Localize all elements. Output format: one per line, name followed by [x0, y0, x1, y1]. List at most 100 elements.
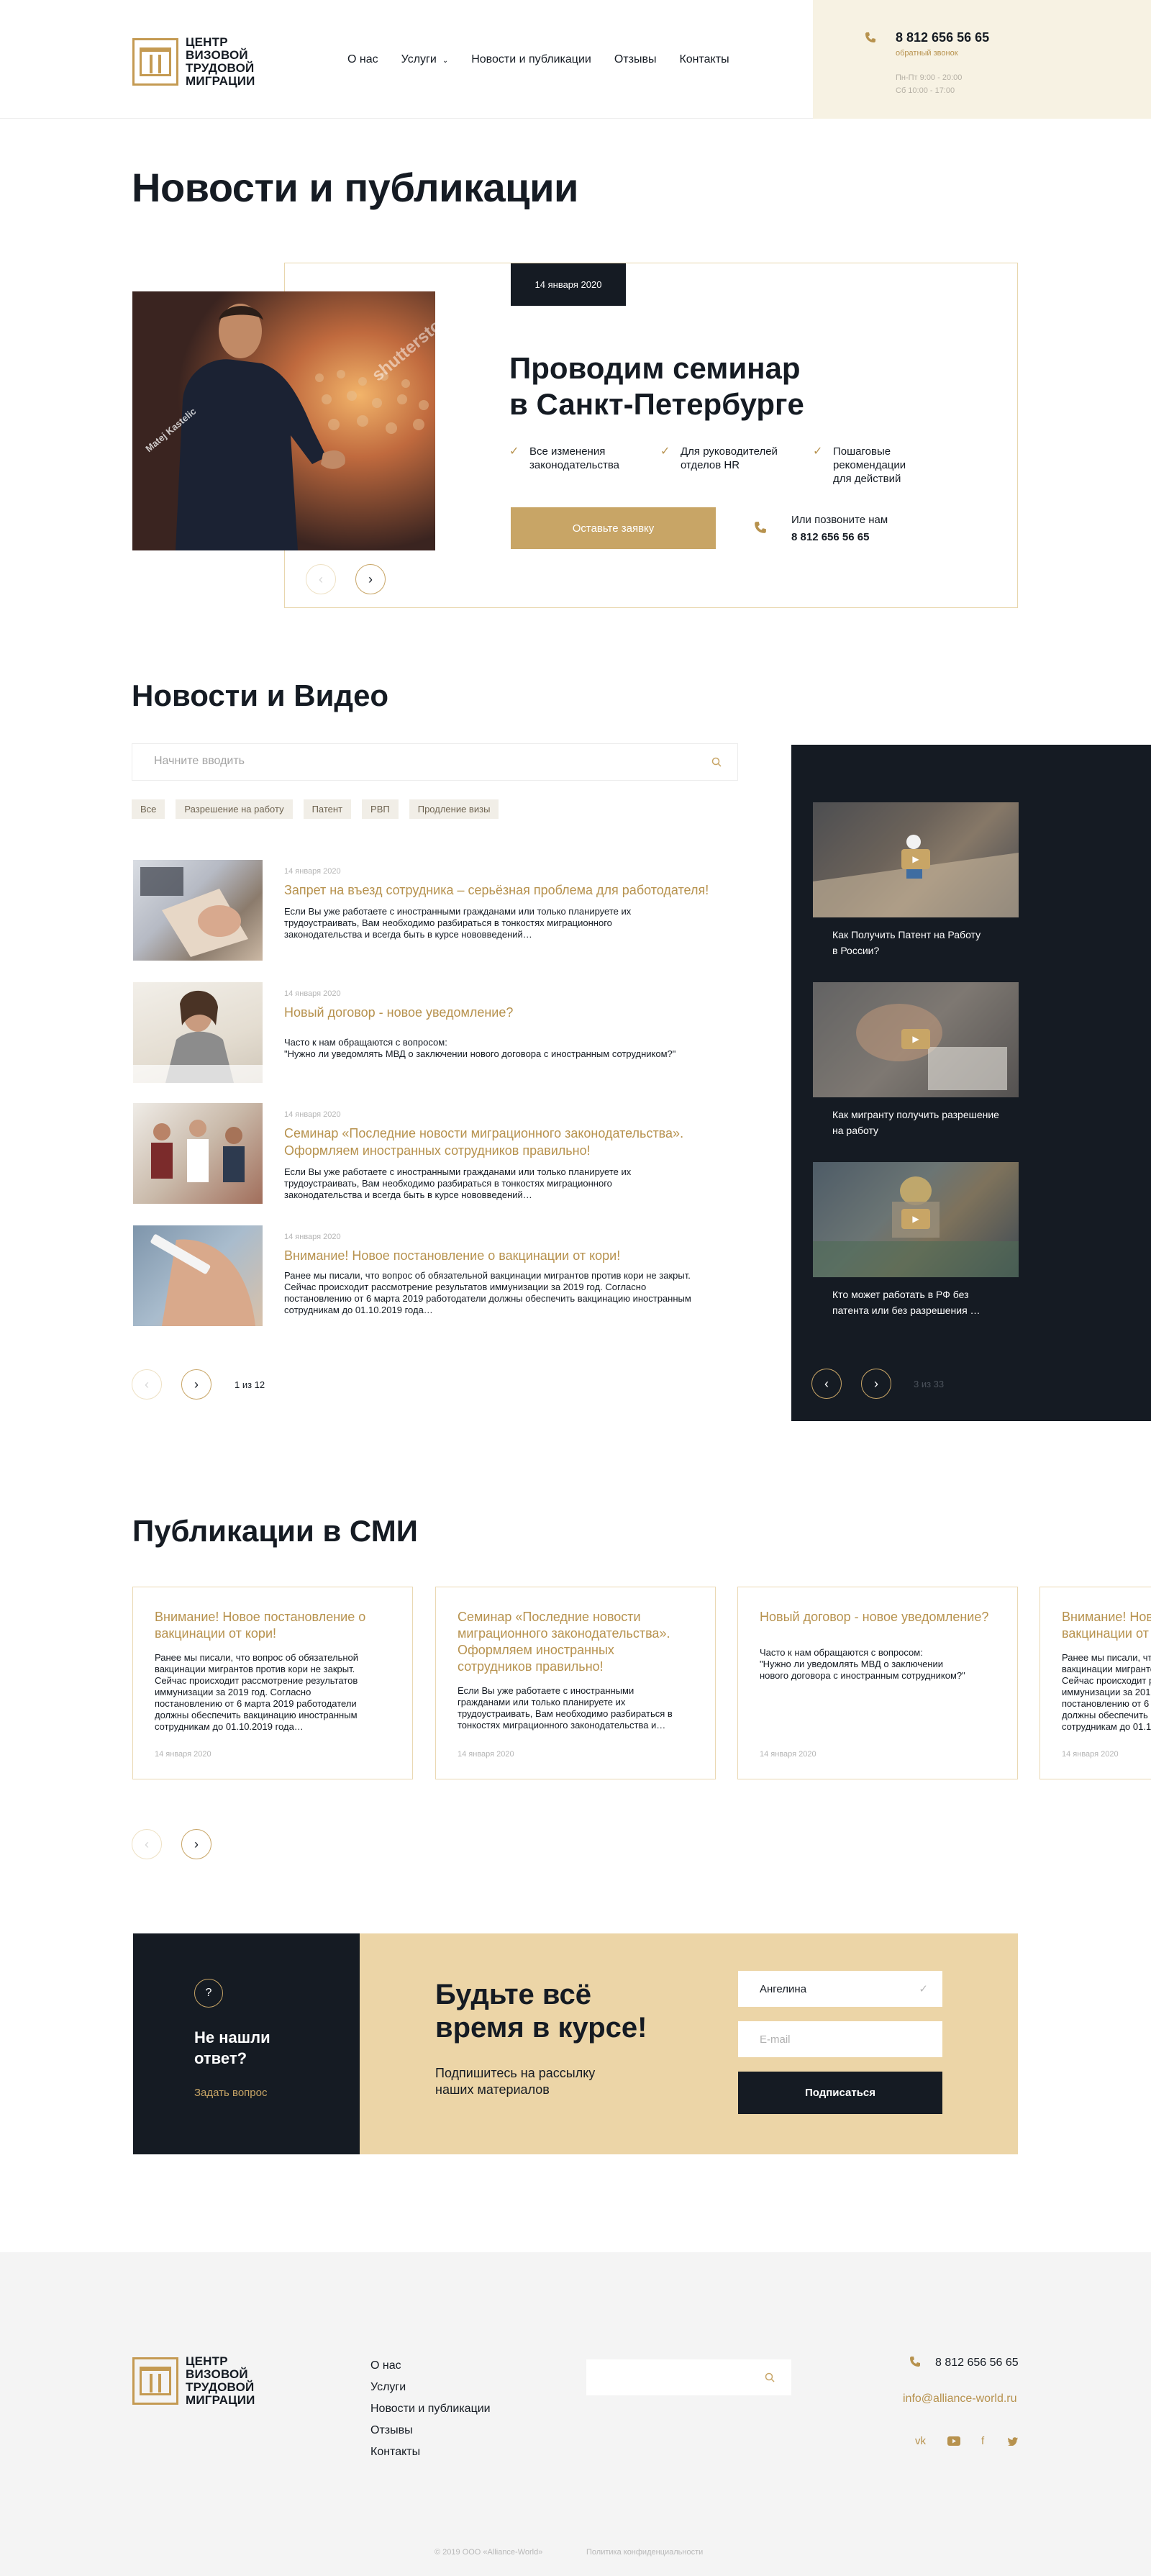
nav-item-news[interactable]: Новости и публикации — [471, 53, 591, 66]
news-thumb-passport — [133, 860, 263, 961]
question-icon: ? — [194, 1979, 223, 2008]
footer-phone[interactable]: 8 812 656 56 65 — [935, 2357, 1019, 2369]
phone-icon — [910, 2357, 920, 2367]
tag-patent[interactable]: Патент — [303, 799, 352, 819]
news-pagination: 1 из 12 — [235, 1379, 265, 1390]
video-next-button[interactable]: › — [861, 1369, 891, 1399]
site-footer — [0, 2252, 1151, 2576]
video-thumb[interactable]: ▶ — [813, 802, 1019, 917]
callback-link[interactable]: обратный звонок — [896, 49, 958, 58]
publication-title[interactable]: Новый договор - новое уведомление? — [760, 1609, 996, 1625]
news-item[interactable]: 14 января 2020 Семинар «Последние новост… — [133, 1103, 752, 1207]
privacy-link[interactable]: Политика конфиденциальности — [586, 2548, 703, 2557]
publication-card[interactable]: Внимание! Новое постановление овакцинаци… — [1039, 1587, 1151, 1779]
seminar-feature-2: Для руководителейотделов HR — [660, 445, 778, 472]
video-prev-button[interactable]: ‹ — [811, 1369, 842, 1399]
publication-excerpt: Часто к нам обращаются с вопросом: "Нужно… — [760, 1647, 965, 1681]
chevron-right-icon: › — [368, 571, 373, 586]
site-header: Центр Визовой Трудовой Миграции О нас Услуг… — [0, 0, 1151, 119]
seminar-call-phone[interactable]: 8 812 656 56 65 — [791, 531, 869, 543]
news-next-button[interactable]: › — [181, 1369, 211, 1400]
video-caption[interactable]: Как мигранту получить разрешение на работ… — [832, 1107, 1048, 1138]
footer-link-contacts[interactable]: Контакты — [370, 2441, 491, 2463]
news-item[interactable]: 14 января 2020 Новый договор - новое уве… — [133, 982, 752, 1087]
tag-all[interactable]: Все — [132, 799, 165, 819]
news-item[interactable]: 14 января 2020 Запрет на въезд сотрудник… — [133, 860, 752, 964]
search-icon[interactable] — [711, 757, 722, 767]
video-thumb[interactable]: ▶ — [813, 1162, 1019, 1277]
publications-next-button[interactable]: › — [181, 1829, 211, 1859]
email-field[interactable]: E-mail — [738, 2021, 942, 2057]
footer-search-input[interactable] — [586, 2359, 791, 2395]
footer-link-services[interactable]: Услуги — [370, 2377, 491, 2398]
twitter-icon[interactable] — [1008, 2437, 1018, 2446]
news-video-heading: Новости и Видео — [132, 679, 389, 712]
name-field[interactable]: Ангелина ✓ — [738, 1971, 942, 2007]
news-filter-tags: Все Разрешение на работу Патент РВП Прод… — [132, 799, 509, 819]
footer-link-news[interactable]: Новости и публикации — [370, 2398, 491, 2420]
tag-work-permit[interactable]: Разрешение на работу — [176, 799, 293, 819]
seminar-apply-button[interactable]: Оставьте заявку — [511, 507, 716, 549]
chevron-right-icon: › — [194, 1836, 199, 1851]
publication-card[interactable]: Внимание! Новое постановление овакцинаци… — [132, 1587, 413, 1779]
publication-date: 14 января 2020 — [458, 1750, 514, 1759]
seminar-call-label: Или позвоните нам — [791, 514, 888, 526]
page-title: Новости и публикации — [132, 165, 578, 210]
news-title[interactable]: Семинар «Последние новости миграционного… — [284, 1125, 745, 1159]
publication-title[interactable]: Внимание! Новое постановление овакцинаци… — [1062, 1609, 1151, 1642]
tag-visa-extension[interactable]: Продление визы — [409, 799, 499, 819]
chevron-right-icon: › — [874, 1376, 878, 1391]
news-excerpt: Ранее мы писали, что вопрос об обязатель… — [284, 1270, 691, 1315]
header-phone[interactable]: 8 812 656 56 65 — [896, 30, 989, 45]
seminar-next-button[interactable]: › — [355, 564, 386, 594]
publications-prev-button[interactable]: ‹ — [132, 1829, 162, 1859]
seminar-prev-button[interactable]: ‹ — [306, 564, 336, 594]
vk-icon[interactable]: vk — [915, 2435, 926, 2447]
seminar-image: Matej Kastelic shutterstock — [132, 291, 435, 550]
publication-card[interactable]: Семинар «Последние новости миграционного … — [435, 1587, 716, 1779]
news-title[interactable]: Внимание! Новое постановление о вакцинац… — [284, 1247, 745, 1264]
subscribe-button[interactable]: Подписаться — [738, 2072, 942, 2114]
publication-title[interactable]: Семинар «Последние новости миграционного … — [458, 1609, 693, 1675]
chevron-right-icon: › — [194, 1377, 199, 1392]
logo-mark-icon — [132, 38, 178, 86]
news-date: 14 января 2020 — [284, 867, 341, 876]
video-thumb[interactable]: ▶ — [813, 982, 1019, 1097]
news-title[interactable]: Новый договор - новое уведомление? — [284, 1004, 745, 1021]
nav-item-reviews[interactable]: Отзывы — [614, 53, 657, 66]
video-caption[interactable]: Как Получить Патент на Работу в России? — [832, 927, 1048, 958]
news-thumb-woman — [133, 982, 263, 1083]
footer-link-about[interactable]: О нас — [370, 2355, 491, 2377]
facebook-icon[interactable]: f — [981, 2435, 984, 2447]
news-thumb-vaccine — [133, 1225, 263, 1326]
main-nav: О нас Услуги ⌄ Новости и публикации Отзыв… — [347, 53, 752, 66]
tag-rvp[interactable]: РВП — [362, 799, 399, 819]
play-icon[interactable]: ▶ — [901, 1029, 930, 1049]
youtube-icon[interactable] — [947, 2436, 960, 2446]
ask-question-link[interactable]: Задать вопрос — [194, 2087, 267, 2099]
news-search-input[interactable]: Начните вводить — [132, 743, 738, 781]
video-pagination: 3 из 33 — [914, 1379, 945, 1389]
footer-logo[interactable]: Центр Визовой Трудовой Миграции — [132, 2355, 255, 2407]
chevron-left-icon: ‹ — [319, 571, 323, 586]
news-excerpt: Если Вы уже работаете с иностранными гра… — [284, 1166, 632, 1200]
video-caption[interactable]: Кто может работать в РФ без патента или б… — [832, 1287, 1048, 1318]
search-icon[interactable] — [765, 2372, 775, 2382]
subscribe-subtitle: Подпишитесь на рассылку наших материалов — [435, 2066, 596, 2097]
nav-item-contacts[interactable]: Контакты — [679, 53, 729, 66]
nav-item-about[interactable]: О нас — [347, 53, 378, 66]
publication-excerpt: Ранее мы писали, что вопрос об обязатель… — [1062, 1652, 1151, 1732]
news-prev-button[interactable]: ‹ — [132, 1369, 162, 1400]
logo[interactable]: Центр Визовой Трудовой Миграции — [132, 36, 255, 88]
seminar-feature-1: Все изменениязаконодательства — [509, 445, 619, 472]
news-item[interactable]: 14 января 2020 Внимание! Новое постановл… — [133, 1225, 752, 1330]
seminar-date: 14 января 2020 — [511, 263, 626, 306]
play-icon[interactable]: ▶ — [901, 849, 930, 869]
publication-title[interactable]: Внимание! Новое постановление овакцинаци… — [155, 1609, 391, 1642]
publication-card[interactable]: Новый договор - новое уведомление? Часто… — [737, 1587, 1018, 1779]
news-title[interactable]: Запрет на въезд сотрудника – серьёзная п… — [284, 881, 745, 899]
nav-item-services[interactable]: Услуги ⌄ — [401, 53, 449, 66]
play-icon[interactable]: ▶ — [901, 1209, 930, 1229]
footer-link-reviews[interactable]: Отзывы — [370, 2420, 491, 2441]
footer-email[interactable]: info@alliance-world.ru — [903, 2393, 1017, 2405]
